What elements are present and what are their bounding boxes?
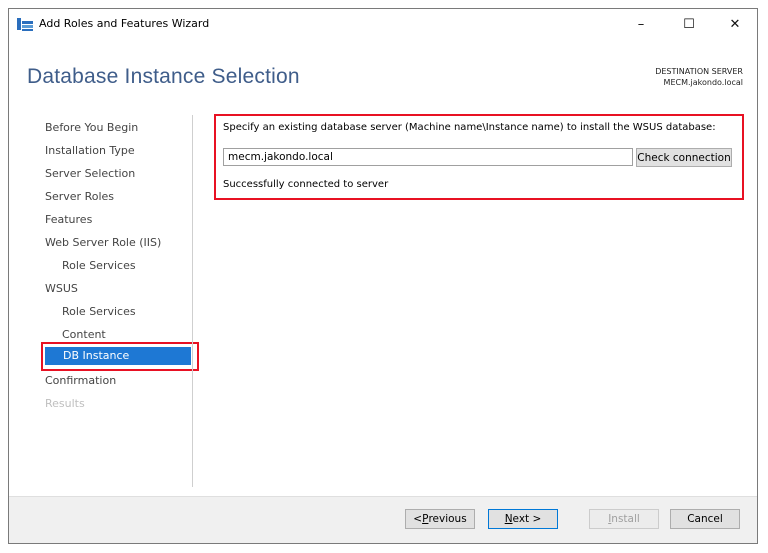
previous-button[interactable]: < Previous [405, 509, 475, 529]
nav-item-content[interactable]: Content [62, 328, 106, 341]
wizard-window: Add Roles and Features Wizard – ☐ ✕ Data… [8, 8, 758, 544]
minimize-icon: – [637, 16, 645, 32]
nav-item-before-you-begin[interactable]: Before You Begin [45, 121, 138, 134]
nav-item-web-server-role[interactable]: Web Server Role (IIS) [45, 236, 161, 249]
title-bar: Add Roles and Features Wizard – ☐ ✕ [9, 9, 757, 39]
next-button[interactable]: Next > [488, 509, 558, 529]
close-button[interactable]: ✕ [715, 9, 755, 39]
page-title: Database Instance Selection [27, 65, 300, 88]
nav-item-features[interactable]: Features [45, 213, 92, 226]
previous-label: revious [428, 513, 467, 525]
nav-item-wsus-role-services[interactable]: Role Services [62, 305, 136, 318]
nav-item-server-roles[interactable]: Server Roles [45, 190, 114, 203]
nav-item-confirmation[interactable]: Confirmation [45, 374, 116, 387]
check-connection-button[interactable]: Check connection [636, 148, 732, 167]
install-button: Install [589, 509, 659, 529]
destination-server-name: MECM.jakondo.local [663, 78, 743, 87]
maximize-icon: ☐ [683, 16, 695, 32]
nav-divider [192, 115, 193, 487]
nav-item-server-selection[interactable]: Server Selection [45, 167, 135, 180]
db-instruction-label: Specify an existing database server (Mac… [223, 122, 716, 133]
connection-status: Successfully connected to server [223, 179, 389, 190]
window-title: Add Roles and Features Wizard [39, 17, 210, 30]
cancel-button[interactable]: Cancel [670, 509, 740, 529]
destination-server-info: DESTINATION SERVER MECM.jakondo.local [655, 66, 743, 88]
maximize-button[interactable]: ☐ [669, 9, 709, 39]
minimize-button[interactable]: – [621, 9, 661, 39]
nav-item-installation-type[interactable]: Installation Type [45, 144, 135, 157]
wizard-footer: < Previous Next > Install Cancel [9, 496, 757, 543]
install-label: nstall [611, 513, 640, 525]
next-label: ext > [512, 513, 542, 525]
server-manager-icon [17, 18, 33, 31]
nav-item-wsus[interactable]: WSUS [45, 282, 78, 295]
nav-item-iis-role-services[interactable]: Role Services [62, 259, 136, 272]
next-accelerator: N [504, 513, 513, 525]
close-icon: ✕ [729, 16, 741, 32]
nav-highlight-box [41, 342, 199, 371]
db-server-input[interactable] [223, 148, 633, 166]
nav-item-results: Results [45, 397, 85, 410]
previous-prefix: < [413, 513, 423, 525]
destination-server-label: DESTINATION SERVER [655, 67, 743, 76]
